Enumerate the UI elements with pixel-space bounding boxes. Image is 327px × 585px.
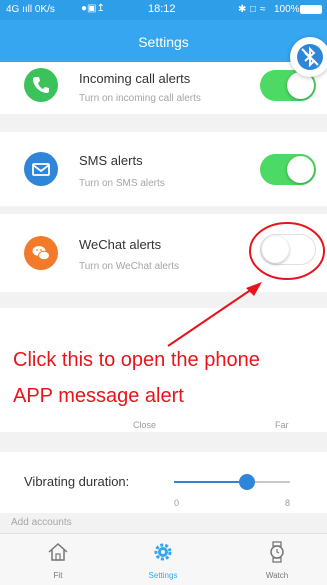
tab-label: Fit	[53, 571, 63, 580]
battery-level: 100%	[274, 4, 300, 15]
alert-label: Incoming call alerts	[79, 71, 191, 86]
slider-thumb[interactable]	[238, 474, 255, 490]
distance-close-label: Close	[133, 420, 157, 430]
bluetooth-disconnect-icon	[297, 44, 323, 70]
tab-bar: Fit Settings Watch	[0, 533, 327, 585]
slider-fill	[174, 481, 247, 483]
section-divider	[0, 292, 327, 308]
alert-subtitle: Turn on SMS alerts	[79, 178, 165, 189]
alert-subtitle: Turn on WeChat alerts	[79, 261, 180, 272]
wifi-icon: ≈	[260, 4, 266, 15]
alert-label: SMS alerts	[79, 153, 143, 168]
vibrate-icon: □	[250, 4, 257, 15]
slider-min-label: 0	[174, 498, 180, 508]
wechat-toggle[interactable]	[260, 234, 316, 265]
settings-screen: 4G ııll 0K/s ●▣↥ 18:12 ✱ □ ≈ 100% Settin…	[0, 0, 327, 585]
annotation-line-2: APP message alert	[13, 385, 184, 407]
section-divider	[0, 206, 327, 214]
distance-far-label: Far	[275, 420, 289, 430]
annotation-line-1: Click this to open the phone	[13, 349, 260, 371]
floating-bluetooth-button[interactable]	[290, 37, 327, 77]
toggle-knob	[287, 156, 314, 183]
wechat-icon	[24, 236, 58, 270]
alert-row-sms: SMS alerts Turn on SMS alerts	[0, 132, 327, 206]
tab-settings[interactable]: Settings	[123, 534, 203, 585]
notification-icons: ●▣↥	[81, 3, 105, 14]
vibration-label: Vibrating duration:	[24, 474, 130, 489]
alert-subtitle: Turn on incoming call alerts	[79, 93, 201, 104]
tab-fit[interactable]: Fit	[18, 534, 98, 585]
slider-max-label: 8	[285, 498, 291, 508]
alert-label: WeChat alerts	[79, 237, 162, 252]
home-icon	[48, 542, 68, 561]
gear-icon	[154, 543, 172, 561]
phone-icon	[24, 68, 58, 102]
status-bar: 4G ııll 0K/s ●▣↥ 18:12 ✱ □ ≈ 100%	[0, 0, 327, 20]
vibration-slider[interactable]	[174, 474, 290, 490]
alert-row-wechat: WeChat alerts Turn on WeChat alerts	[0, 214, 327, 292]
header-bar: Settings	[0, 20, 327, 62]
bluetooth-icon: ✱	[238, 4, 247, 15]
watch-icon	[270, 541, 284, 563]
tab-watch[interactable]: Watch	[237, 534, 317, 585]
tab-label: Settings	[148, 571, 178, 580]
mail-icon	[24, 152, 58, 186]
section-divider	[0, 432, 327, 452]
sms-toggle[interactable]	[260, 154, 316, 185]
alert-row-incoming-call: Incoming call alerts Turn on incoming ca…	[0, 62, 327, 114]
section-divider	[0, 114, 327, 132]
battery-icon	[300, 5, 322, 14]
toggle-knob	[262, 236, 289, 263]
page-title: Settings	[138, 34, 189, 50]
network-status: 4G ııll 0K/s	[6, 4, 55, 15]
status-time: 18:12	[148, 3, 176, 15]
add-accounts-header: Add accounts	[0, 513, 327, 533]
tab-label: Watch	[265, 571, 289, 580]
